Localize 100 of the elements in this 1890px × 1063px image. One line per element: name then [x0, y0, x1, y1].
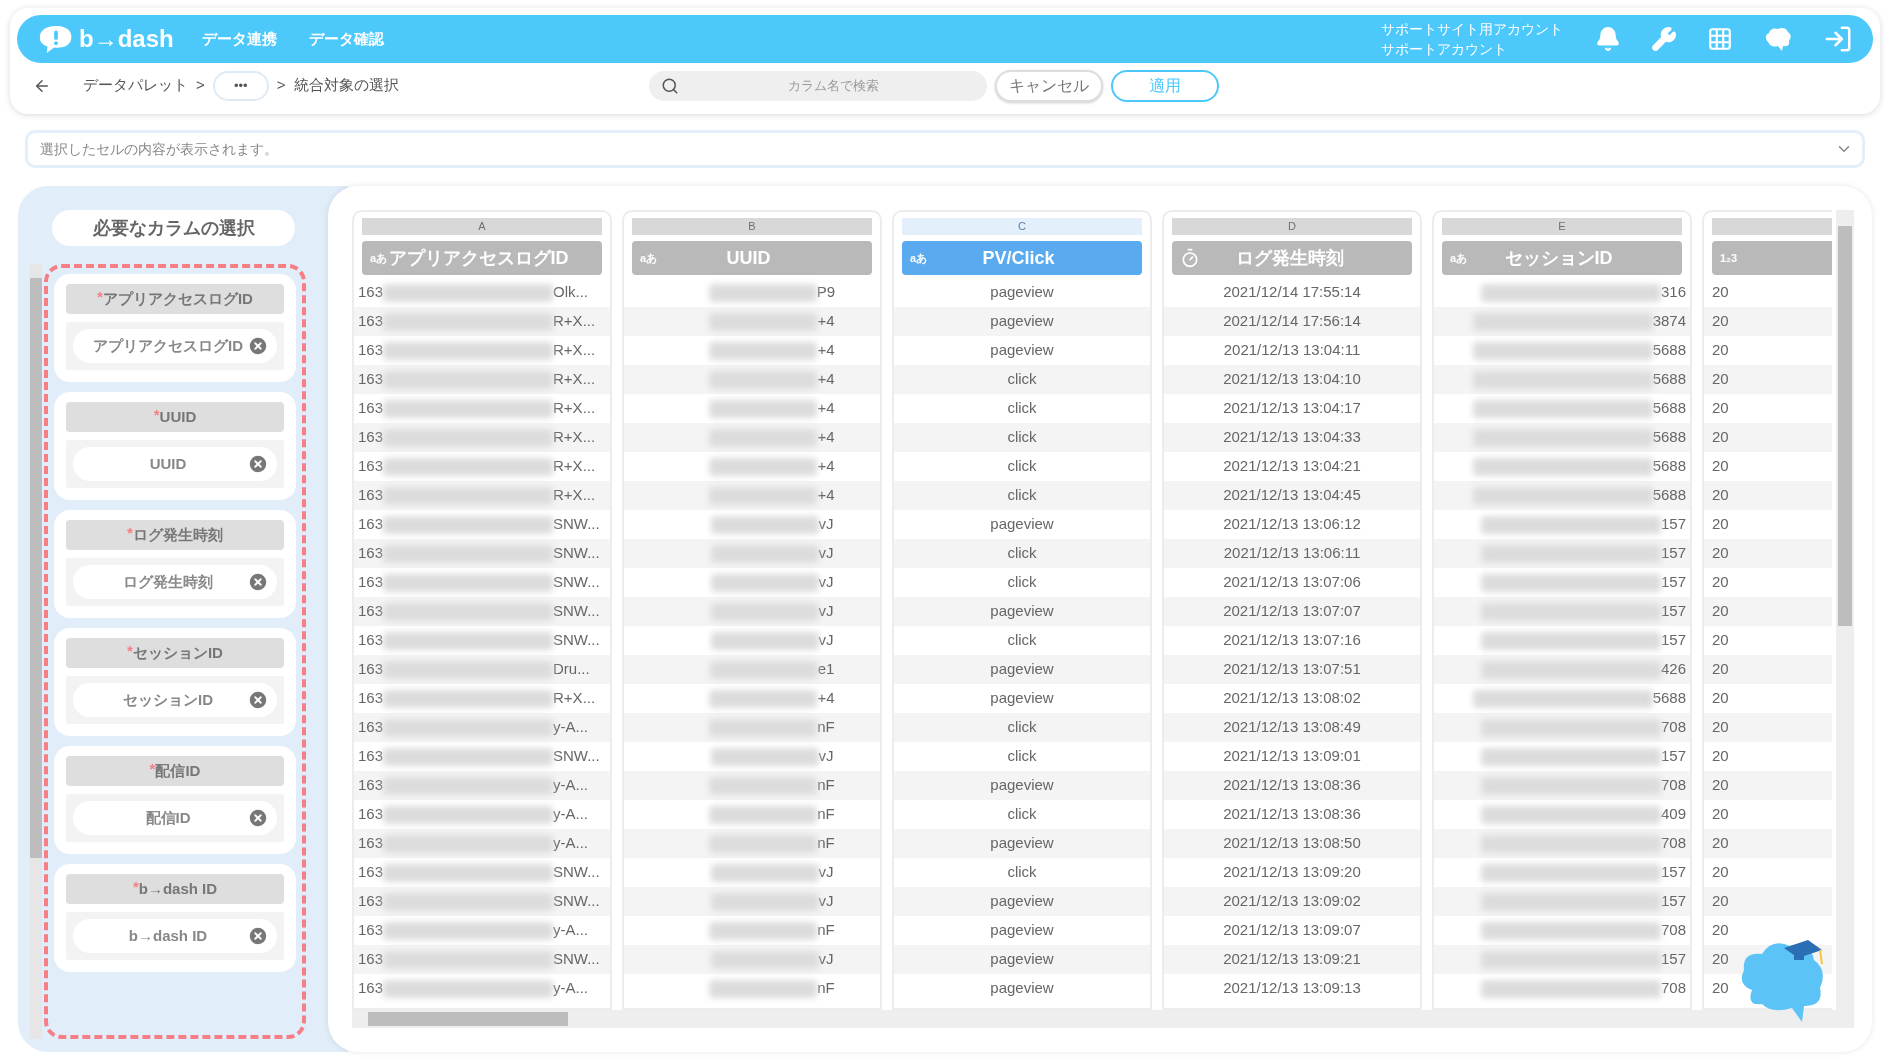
table-cell-text: 163	[358, 601, 384, 622]
column-letter[interactable]: B	[632, 218, 872, 235]
scrollbar[interactable]	[30, 264, 42, 1039]
column-header[interactable]: 1₂3	[1712, 241, 1832, 275]
table-cell-text: 163	[358, 688, 384, 709]
table-cell-text: +4	[817, 485, 835, 506]
more-button[interactable]: •••	[212, 70, 269, 101]
column-chip[interactable]: b→dash ID	[73, 919, 277, 953]
table-cell-text: SNW...	[553, 543, 600, 564]
table-cell-text: 316	[1660, 282, 1686, 303]
table-cell-text: click	[1007, 427, 1037, 448]
vertical-scrollbar[interactable]	[1836, 210, 1854, 1010]
horizontal-scrollbar[interactable]	[352, 1010, 1854, 1028]
table-cell-text: 20	[1712, 833, 1729, 854]
table-cell-text: nF	[817, 775, 835, 796]
column-header[interactable]: aあ セッションID	[1442, 241, 1682, 275]
column-letter[interactable]: C	[902, 218, 1142, 235]
nav-link[interactable]: データ連携	[202, 27, 277, 51]
table-cell-text: 20	[1712, 862, 1729, 883]
type-label: aあ	[1450, 250, 1468, 266]
table-cell-text: 5688	[1652, 398, 1686, 419]
wrench-icon[interactable]	[1651, 26, 1677, 52]
table-cell-text: 2021/12/13 13:04:45	[1223, 485, 1361, 506]
table-cell-text: e1	[817, 659, 835, 680]
remove-icon[interactable]	[247, 689, 269, 711]
column-chip[interactable]: UUID	[73, 447, 277, 481]
table-cell-text: 20	[1712, 630, 1729, 651]
table-cell-text: vJ	[818, 601, 834, 622]
table-cell-text: Dru...	[553, 659, 590, 680]
bell-icon[interactable]	[1595, 26, 1621, 52]
table-cell-text: +4	[817, 340, 835, 361]
remove-icon[interactable]	[247, 925, 269, 947]
required-mark: *	[97, 287, 103, 305]
table-cell-text: pageview	[990, 978, 1054, 999]
table-cell-text: 5688	[1652, 688, 1686, 709]
table-cell-text: R+X...	[553, 340, 596, 361]
column-chip[interactable]: 配信ID	[73, 801, 277, 835]
table-cell-text: SNW...	[553, 746, 600, 767]
remove-icon[interactable]	[247, 807, 269, 829]
column-label: *アプリアクセスログID	[66, 284, 284, 314]
breadcrumb-link[interactable]: データパレット	[83, 74, 188, 97]
table-cell-text: 5688	[1652, 340, 1686, 361]
table-cell-text: nF	[817, 833, 835, 854]
table-cell-text: 2021/12/13 13:09:13	[1223, 978, 1361, 999]
table-cell-text: 163	[358, 659, 384, 680]
table-cell-text: pageview	[990, 688, 1054, 709]
table-cell-text: vJ	[818, 572, 834, 593]
table-cell-text: 163	[358, 891, 384, 912]
column-header[interactable]: aあ PV/Click	[902, 241, 1142, 275]
search-field[interactable]: カラム名で検索	[648, 70, 987, 101]
nav-link[interactable]: データ確認	[309, 27, 384, 51]
table-cell-text: 163	[358, 311, 384, 332]
column-chip[interactable]: ログ発生時刻	[73, 565, 277, 599]
table-cell-text: Olk...	[553, 282, 589, 303]
table-cell-text: SNW...	[553, 514, 600, 535]
table-cell-text: 163	[358, 543, 384, 564]
cancel-button[interactable]: キャンセル	[994, 69, 1103, 102]
column-letter[interactable]: A	[362, 218, 602, 235]
table-cell-text: click	[1007, 804, 1037, 825]
table-cell-text: 2021/12/13 13:04:11	[1223, 340, 1361, 361]
grid-icon[interactable]	[1707, 26, 1733, 52]
column-chip[interactable]: アプリアクセスログID	[73, 329, 277, 363]
table-cell-text: +4	[817, 427, 835, 448]
column-label: *セッションID	[66, 638, 284, 668]
table-cell-text: 163	[358, 746, 384, 767]
table-cell-text: SNW...	[553, 891, 600, 912]
column-label: *配信ID	[66, 756, 284, 786]
table-cell-text: 708	[1660, 978, 1686, 999]
table-cell-text: 20	[1712, 775, 1729, 796]
table-cell-text: SNW...	[553, 601, 600, 622]
table-cell-text: 2021/12/13 13:07:07	[1223, 601, 1361, 622]
column-header[interactable]: ログ発生時刻	[1172, 241, 1412, 275]
apply-button[interactable]: 適用	[1110, 69, 1219, 102]
table-cell-text: click	[1007, 485, 1037, 506]
table-cell-text: 2021/12/13 13:07:16	[1223, 630, 1361, 651]
remove-icon[interactable]	[247, 335, 269, 357]
column-letter[interactable]: D	[1172, 218, 1412, 235]
table-cell-text: 20	[1712, 891, 1729, 912]
cell-content-field[interactable]: 選択したセルの内容が表示されます。	[25, 130, 1865, 168]
table-cell-text: pageview	[990, 949, 1054, 970]
column-header[interactable]: aあ アプリアクセスログID	[362, 241, 602, 275]
remove-icon[interactable]	[247, 571, 269, 593]
table-cell-text: y-A...	[553, 717, 589, 738]
remove-icon[interactable]	[247, 453, 269, 475]
logout-icon[interactable]	[1823, 24, 1853, 54]
table-cell-text: 20	[1712, 717, 1729, 738]
table-cell-text: 157	[1660, 543, 1686, 564]
table-cell-text: pageview	[990, 659, 1054, 680]
table-cell-text: 20	[1712, 543, 1729, 564]
column-header[interactable]: aあ UUID	[632, 241, 872, 275]
table-cell-text: 708	[1660, 833, 1686, 854]
required-mark: *	[132, 877, 139, 897]
column-chip[interactable]: セッションID	[73, 683, 277, 717]
table-cell-text: vJ	[818, 514, 834, 535]
column-letter[interactable]: E	[1442, 218, 1682, 235]
account-name: サポートアカウント	[1381, 40, 1508, 59]
table-cell-text: 163	[358, 978, 384, 999]
table-cell-text: R+X...	[553, 398, 596, 419]
table-cell-text: 2021/12/13 13:04:17	[1223, 398, 1361, 419]
table-cell-text: 20	[1712, 920, 1729, 941]
